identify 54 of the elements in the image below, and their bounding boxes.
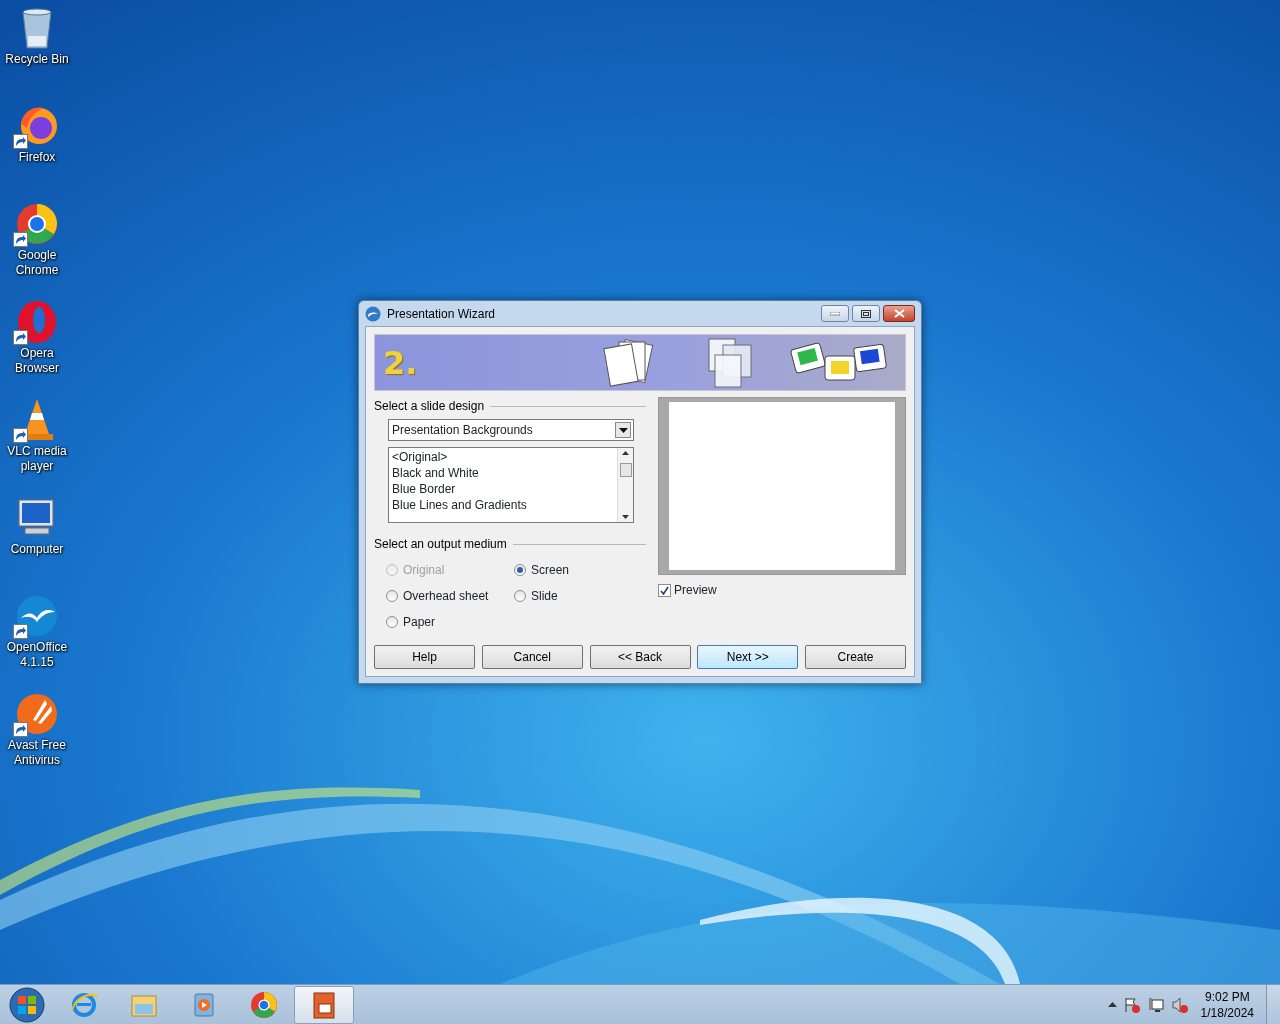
- checkbox-label: Preview: [674, 582, 717, 599]
- flag-icon[interactable]: [1122, 995, 1141, 1014]
- icon-label[interactable]: Computer: [0, 542, 74, 557]
- maximize-button[interactable]: [852, 305, 880, 322]
- step-number: 2.: [383, 342, 418, 384]
- list-item[interactable]: Black and White: [392, 465, 614, 481]
- clock-time[interactable]: 9:02 PM: [1200, 988, 1254, 1005]
- maximize-icon: [861, 309, 871, 318]
- radio-label: Screen: [531, 562, 570, 579]
- radio-label: Original: [403, 562, 445, 579]
- radio-button[interactable]: [514, 590, 526, 602]
- speaker-muted-icon[interactable]: [1170, 995, 1189, 1014]
- wizard-button[interactable]: Cancel: [481, 645, 583, 669]
- close-button[interactable]: [883, 305, 915, 322]
- wizard-button[interactable]: Create: [805, 645, 906, 669]
- icon-label[interactable]: Recycle Bin: [0, 52, 74, 67]
- design-dropdown[interactable]: Presentation Backgrounds: [388, 419, 634, 441]
- clock-date[interactable]: 1/18/2024: [1200, 1004, 1254, 1021]
- wizard-button[interactable]: << Back: [589, 645, 691, 669]
- group-heading: Select an output medium: [374, 536, 507, 553]
- wizard-button[interactable]: Next >>: [697, 645, 799, 669]
- icon-label[interactable]: OpenOffice 4.1.15: [0, 640, 74, 670]
- scroll-down-icon[interactable]: [622, 515, 629, 519]
- radio-button[interactable]: [386, 590, 398, 602]
- icon-label[interactable]: Firefox: [0, 150, 74, 165]
- dropdown-arrow-icon: [618, 427, 628, 433]
- icon-label[interactable]: VLC media player: [0, 444, 74, 474]
- icon-label[interactable]: Avast Free Antivirus: [0, 738, 74, 768]
- radio-button[interactable]: [514, 564, 526, 576]
- radio-label: Slide: [531, 588, 558, 605]
- radio-button[interactable]: [386, 616, 398, 628]
- group-heading: Select a slide design: [374, 398, 485, 415]
- check-icon: [660, 585, 669, 595]
- show-hidden-icons-icon[interactable]: [1107, 1002, 1117, 1007]
- list-item[interactable]: Blue Border: [392, 481, 614, 497]
- list-item[interactable]: Blue Lines and Gradients: [392, 497, 614, 513]
- radio-label: Overhead sheet: [403, 588, 489, 605]
- network-icon[interactable]: [1146, 995, 1165, 1014]
- scroll-thumb[interactable]: [619, 463, 632, 477]
- window-title: Presentation Wizard: [387, 305, 497, 323]
- taskbar-button[interactable]: [294, 985, 354, 1024]
- minimize-icon: [830, 311, 840, 316]
- start-button[interactable]: [8, 985, 46, 1024]
- close-icon: [893, 309, 905, 318]
- chrome-logo-icon: [249, 989, 279, 1020]
- scroll-up-icon[interactable]: [622, 451, 629, 455]
- list-item[interactable]: <Original>: [392, 449, 614, 465]
- icon-label[interactable]: Opera Browser: [0, 346, 74, 376]
- app-icon: [365, 305, 381, 322]
- preview-checkbox[interactable]: [658, 583, 671, 597]
- scrollbar[interactable]: [617, 448, 633, 522]
- icon-label[interactable]: Google Chrome: [0, 248, 74, 278]
- radio-label: Paper: [403, 614, 436, 631]
- wizard-button[interactable]: Help: [374, 645, 475, 669]
